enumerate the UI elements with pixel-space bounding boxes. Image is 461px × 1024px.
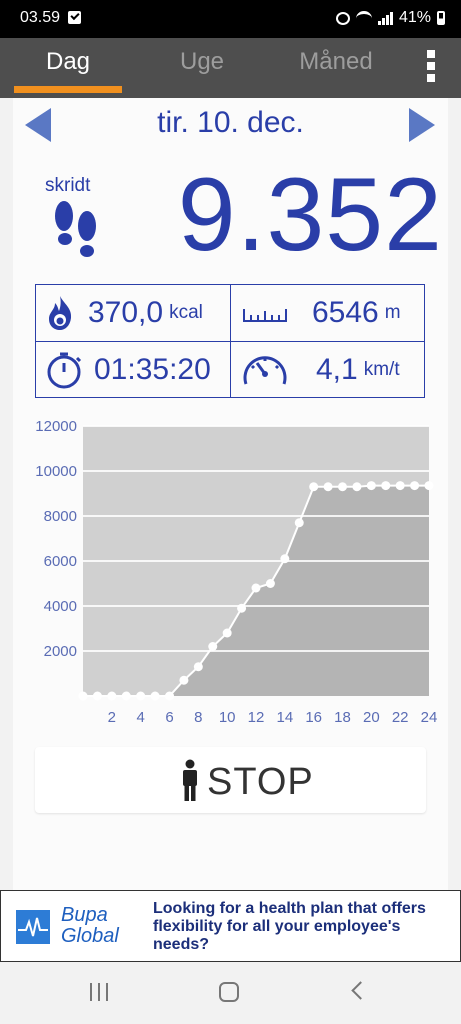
calories-value: 370,0 xyxy=(88,296,164,329)
recents-icon[interactable] xyxy=(90,983,110,1001)
next-day-button[interactable] xyxy=(409,108,435,142)
y-tick-label: 2000 xyxy=(44,643,77,660)
x-tick-label: 18 xyxy=(334,709,351,726)
chart-data-point xyxy=(222,628,232,638)
distance-stat: 6546 m xyxy=(242,285,422,341)
chart-data-point xyxy=(237,603,247,613)
date-label: tir. 10. dec. xyxy=(157,106,304,139)
x-tick-label: 22 xyxy=(392,709,409,726)
chart-data-point xyxy=(208,642,218,651)
stop-button-label: STOP xyxy=(207,761,314,803)
ad-banner[interactable]: Bupa Global Looking for a health plan th… xyxy=(0,890,461,962)
chart-data-point xyxy=(381,481,391,491)
y-tick-label: 8000 xyxy=(44,508,77,525)
chart-data-point xyxy=(78,691,88,701)
chart-data-point xyxy=(265,579,275,588)
home-icon[interactable] xyxy=(219,982,239,1002)
x-tick-label: 6 xyxy=(165,709,173,726)
wifi-icon xyxy=(355,10,372,26)
distance-unit: m xyxy=(384,302,401,323)
y-tick-label: 12000 xyxy=(35,418,77,435)
chart-data-point xyxy=(424,481,434,491)
speed-stat: 4,1 km/t xyxy=(242,342,422,398)
stats-grid: 370,0 kcal 6546 m 01:35:20 4,1 km/t xyxy=(35,284,425,398)
speed-value: 4,1 xyxy=(316,353,358,386)
active-tab-indicator xyxy=(14,86,122,93)
stop-button[interactable]: STOP xyxy=(35,747,426,813)
alarm-icon xyxy=(335,11,350,25)
battery-percent: 41% xyxy=(398,9,431,26)
distance-value: 6546 xyxy=(312,296,379,329)
chart-data-point xyxy=(338,482,347,492)
chart-data-point xyxy=(410,481,420,491)
person-icon xyxy=(183,759,197,801)
status-time: 03.59 xyxy=(20,9,61,26)
x-tick-label: 20 xyxy=(363,709,380,726)
steps-label: skridt xyxy=(45,175,91,196)
y-tick-label: 4000 xyxy=(44,598,77,615)
speed-unit: km/t xyxy=(363,359,400,380)
chart-data-point xyxy=(150,691,160,701)
chart-data-point xyxy=(395,481,405,491)
x-tick-label: 4 xyxy=(136,709,144,726)
x-tick-label: 2 xyxy=(108,709,116,726)
notification-icon xyxy=(68,11,81,24)
chart-data-point xyxy=(251,583,261,593)
status-bar: 03.59 41% xyxy=(0,0,461,38)
tab-bar: Dag Uge Måned xyxy=(0,38,461,98)
status-icons: 41% xyxy=(335,9,445,27)
chart-data-point xyxy=(179,675,189,685)
signal-icon xyxy=(377,11,393,25)
chart-data-point xyxy=(136,691,146,701)
chart-data-point xyxy=(107,691,117,701)
system-nav-bar xyxy=(0,962,461,1024)
chart-data-point xyxy=(92,691,102,701)
bupa-logo-icon xyxy=(16,910,50,944)
x-tick-label: 10 xyxy=(219,709,236,726)
steps-count: 9.352 xyxy=(177,157,443,273)
duration-stat: 01:35:20 xyxy=(46,342,226,398)
tab-day[interactable]: Dag xyxy=(14,48,122,76)
chart-data-point xyxy=(193,662,203,672)
stopwatch-icon xyxy=(47,352,82,389)
flame-icon xyxy=(49,296,72,330)
chart-data-point xyxy=(366,481,376,491)
x-tick-label: 16 xyxy=(305,709,322,726)
back-icon[interactable] xyxy=(351,981,370,1000)
chart-data-point xyxy=(121,691,131,701)
duration-value: 01:35:20 xyxy=(94,353,211,386)
x-tick-label: 8 xyxy=(194,709,202,726)
chart-data-point xyxy=(323,482,333,492)
calories-unit: kcal xyxy=(169,302,203,323)
ruler-icon xyxy=(243,309,287,322)
chart-data-point xyxy=(352,482,362,492)
chart-data-point xyxy=(280,554,290,564)
overflow-menu-icon[interactable] xyxy=(424,50,438,86)
chart-data-point xyxy=(309,482,319,492)
chart-data-point xyxy=(165,691,174,701)
prev-day-button[interactable] xyxy=(25,108,51,142)
tab-week[interactable]: Uge xyxy=(150,48,254,76)
speedometer-icon xyxy=(243,356,287,385)
chart-data-point xyxy=(294,518,304,528)
footprints-icon xyxy=(55,201,96,257)
tab-month[interactable]: Måned xyxy=(282,48,390,76)
ad-brand: Bupa Global xyxy=(61,904,119,947)
ad-text: Looking for a health plan that offers fl… xyxy=(153,900,426,953)
y-tick-label: 10000 xyxy=(35,463,77,480)
x-tick-label: 24 xyxy=(421,709,438,726)
y-tick-label: 6000 xyxy=(44,553,77,570)
steps-chart: 200040006000800010000120002 4 6 8 10 12 14 16 18… xyxy=(35,418,438,726)
battery-icon xyxy=(437,11,445,25)
x-tick-label: 12 xyxy=(248,709,265,726)
main-content: tir. 10. dec. skridt 9.352 370,0 kcal 65… xyxy=(13,98,448,890)
x-tick-label: 14 xyxy=(276,709,293,726)
calories-stat: 370,0 kcal xyxy=(46,285,226,341)
